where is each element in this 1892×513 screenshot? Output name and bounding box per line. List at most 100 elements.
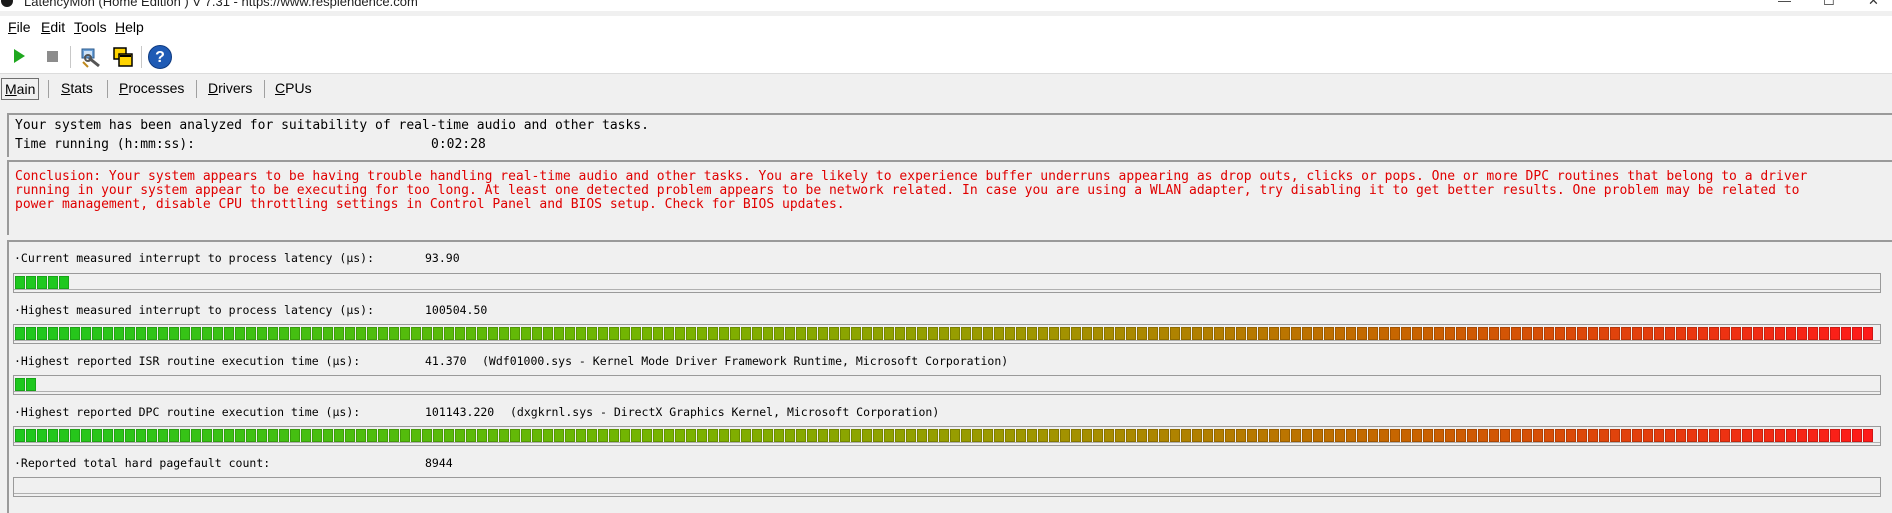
bar-segment bbox=[917, 327, 927, 340]
help-icon[interactable]: ? bbox=[148, 45, 172, 69]
bar-segment bbox=[1456, 327, 1466, 340]
bar-segment bbox=[1302, 429, 1312, 442]
bar-segment bbox=[1181, 327, 1191, 340]
stop-icon[interactable] bbox=[47, 51, 58, 62]
bar-segment bbox=[719, 429, 729, 442]
bar-segment bbox=[246, 327, 256, 340]
bar-segment bbox=[1830, 429, 1840, 442]
bar-segment bbox=[1060, 327, 1070, 340]
tab-drivers[interactable]: Drivers bbox=[205, 78, 255, 100]
bar-segment bbox=[312, 429, 322, 442]
windows-icon[interactable] bbox=[112, 46, 134, 68]
bar-segment bbox=[488, 327, 498, 340]
bar-segment bbox=[1038, 327, 1048, 340]
bar-segment bbox=[1863, 429, 1873, 442]
bar-segment bbox=[301, 327, 311, 340]
bar-segment bbox=[1192, 327, 1202, 340]
bar-segment bbox=[378, 327, 388, 340]
play-icon[interactable] bbox=[14, 49, 25, 63]
maximize-button[interactable]: ☐ bbox=[1823, 0, 1835, 9]
menu-edit[interactable]: Edit bbox=[41, 19, 65, 35]
bar-segment bbox=[378, 429, 388, 442]
bar-segment bbox=[1753, 429, 1763, 442]
bar-segment bbox=[675, 429, 685, 442]
bar-segment bbox=[994, 429, 1004, 442]
bar-segment bbox=[1654, 429, 1664, 442]
bar-segment bbox=[356, 327, 366, 340]
bar-segment bbox=[1467, 327, 1477, 340]
bar-segment bbox=[1742, 429, 1752, 442]
tools-icon[interactable] bbox=[80, 46, 102, 68]
bar-segment bbox=[37, 276, 47, 289]
bar-segment bbox=[1390, 327, 1400, 340]
bar-baseline bbox=[14, 442, 1880, 443]
bar-segment bbox=[136, 327, 146, 340]
menu-file[interactable]: File bbox=[8, 19, 31, 35]
bar-segment bbox=[565, 327, 575, 340]
bar-segment bbox=[180, 327, 190, 340]
bar-segment bbox=[785, 429, 795, 442]
menu-help[interactable]: Help bbox=[115, 19, 144, 35]
bar-segment bbox=[455, 327, 465, 340]
bar-baseline bbox=[14, 289, 1880, 290]
bar-segment bbox=[345, 327, 355, 340]
bar-segment bbox=[367, 429, 377, 442]
bar-segment bbox=[169, 327, 179, 340]
bar-segment bbox=[906, 429, 916, 442]
bar-segment bbox=[873, 327, 883, 340]
bar-segment bbox=[1247, 429, 1257, 442]
bar-segment bbox=[752, 327, 762, 340]
bar-segment bbox=[598, 327, 608, 340]
bar-segment bbox=[1104, 327, 1114, 340]
bar-segment bbox=[26, 276, 36, 289]
tab-processes[interactable]: Processes bbox=[116, 78, 187, 100]
conclusion-text: Conclusion: Your system appears to be ha… bbox=[15, 170, 1875, 212]
tab-cpus[interactable]: CPUs bbox=[272, 78, 315, 100]
highest-latency-bar-fill bbox=[15, 327, 1874, 340]
bar-segment bbox=[1280, 429, 1290, 442]
bar-segment bbox=[1489, 327, 1499, 340]
current-latency-label: ·Current measured interrupt to process l… bbox=[14, 251, 375, 265]
bar-segment bbox=[1291, 327, 1301, 340]
bar-segment bbox=[1346, 429, 1356, 442]
bar-segment bbox=[103, 327, 113, 340]
bar-segment bbox=[807, 429, 817, 442]
bar-segment bbox=[884, 327, 894, 340]
bar-segment bbox=[1434, 429, 1444, 442]
bar-baseline bbox=[14, 391, 1880, 392]
bar-segment bbox=[774, 429, 784, 442]
toolbar-separator bbox=[141, 46, 142, 68]
bar-segment bbox=[1599, 327, 1609, 340]
bar-segment bbox=[928, 327, 938, 340]
bar-segment bbox=[1170, 327, 1180, 340]
bar-segment bbox=[1126, 327, 1136, 340]
dpc-time-label: ·Highest reported DPC routine execution … bbox=[14, 405, 361, 419]
bar-segment bbox=[169, 429, 179, 442]
bar-segment bbox=[763, 327, 773, 340]
bar-segment bbox=[1445, 327, 1455, 340]
conclusion-line: running in your system appear to be exec… bbox=[15, 183, 1800, 198]
bar-segment bbox=[521, 327, 531, 340]
bar-segment bbox=[1533, 327, 1543, 340]
pagefault-value: 8944 bbox=[425, 456, 453, 470]
menu-tools[interactable]: Tools bbox=[74, 19, 107, 35]
bar-segment bbox=[158, 327, 168, 340]
tab-stats[interactable]: Stats bbox=[58, 78, 96, 100]
minimize-button[interactable]: — bbox=[1778, 0, 1791, 8]
bar-segment bbox=[1291, 429, 1301, 442]
bar-segment bbox=[1687, 327, 1697, 340]
bar-segment bbox=[290, 429, 300, 442]
close-button[interactable]: ✕ bbox=[1868, 0, 1879, 9]
bar-segment bbox=[1390, 429, 1400, 442]
tab-main[interactable]: Main bbox=[1, 78, 40, 100]
bar-segment bbox=[1544, 429, 1554, 442]
bar-segment bbox=[1214, 429, 1224, 442]
bar-segment bbox=[1786, 327, 1796, 340]
bar-segment bbox=[1467, 429, 1477, 442]
bar-segment bbox=[1005, 327, 1015, 340]
bar-segment bbox=[906, 327, 916, 340]
bar-segment bbox=[15, 276, 25, 289]
bar-segment bbox=[334, 327, 344, 340]
bar-segment bbox=[1621, 327, 1631, 340]
pagefault-bar bbox=[13, 477, 1881, 497]
